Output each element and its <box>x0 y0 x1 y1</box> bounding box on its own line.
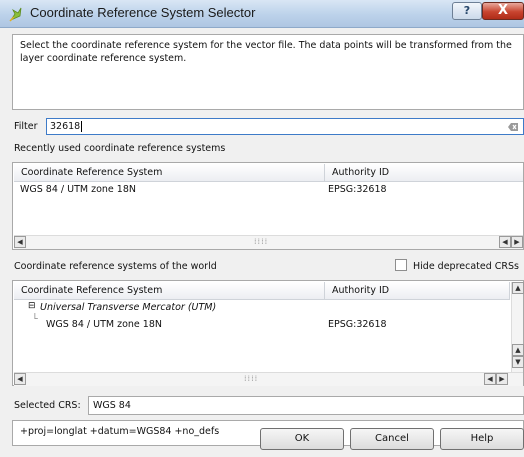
tree-group-label: Universal Transverse Mercator (UTM) <box>40 302 217 313</box>
description-text: Select the coordinate reference system f… <box>20 40 512 64</box>
world-vertical-scrollbar[interactable]: ▲ ▲ ▼ <box>511 282 524 372</box>
scroll-right-button[interactable]: ▶ <box>511 236 523 248</box>
clear-filter-icon[interactable] <box>507 121 519 133</box>
scroll-left-button[interactable]: ◀ <box>499 236 511 248</box>
scrollbar-grip[interactable]: ⁞⁞⁞⁞ <box>244 374 258 383</box>
world-column-crs[interactable]: Coordinate Reference System <box>14 282 325 300</box>
recent-horizontal-scrollbar[interactable]: ◀ ⁞⁞⁞⁞ ◀ ▶ <box>14 235 523 249</box>
filter-input[interactable]: 32618 <box>46 118 524 135</box>
recent-column-crs[interactable]: Coordinate Reference System <box>14 164 325 182</box>
selected-crs-label: Selected CRS: <box>14 400 81 411</box>
selected-crs-field: WGS 84 <box>88 396 524 415</box>
help-button[interactable]: Help <box>440 428 524 450</box>
proj-string-text: +proj=longlat +datum=WGS84 +no_defs <box>20 426 220 437</box>
table-row[interactable]: └ WGS 84 / UTM zone 18N EPSG:32618 <box>14 314 510 332</box>
world-crs-table[interactable]: Coordinate Reference System Authority ID… <box>12 280 524 386</box>
scroll-right-button[interactable]: ▶ <box>496 373 508 385</box>
scroll-down-button[interactable]: ▼ <box>512 356 524 368</box>
qgis-app-icon <box>9 7 22 22</box>
table-row[interactable]: WGS 84 / UTM zone 18N EPSG:32618 <box>14 183 523 197</box>
scrollbar-grip[interactable]: ⁞⁞⁞⁞ <box>254 237 268 246</box>
world-row-authority: EPSG:32618 <box>328 319 387 330</box>
recent-column-authority[interactable]: Authority ID <box>325 164 523 182</box>
tree-branch-line: └ <box>32 314 38 325</box>
window-close-button[interactable]: X <box>482 2 524 20</box>
scroll-up-button[interactable]: ▲ <box>512 282 524 294</box>
world-row-crs: WGS 84 / UTM zone 18N <box>46 319 162 330</box>
filter-value: 32618 <box>50 121 81 132</box>
filter-label: Filter <box>14 121 38 132</box>
recent-crs-label: Recently used coordinate reference syste… <box>14 143 226 154</box>
world-column-authority[interactable]: Authority ID <box>325 282 510 300</box>
cancel-button[interactable]: Cancel <box>350 428 434 450</box>
hide-deprecated-label[interactable]: Hide deprecated CRSs <box>413 261 519 272</box>
scroll-left-button[interactable]: ◀ <box>484 373 496 385</box>
scroll-left-button[interactable]: ◀ <box>14 373 26 385</box>
scroll-up-button[interactable]: ▲ <box>512 344 524 356</box>
recent-crs-table[interactable]: Coordinate Reference System Authority ID… <box>12 162 524 250</box>
tree-group-row[interactable]: ⊟ Universal Transverse Mercator (UTM) <box>14 301 510 315</box>
recent-row-authority: EPSG:32618 <box>328 184 387 195</box>
hide-deprecated-checkbox[interactable] <box>395 259 407 271</box>
ok-button[interactable]: OK <box>260 428 344 450</box>
window-title: Coordinate Reference System Selector <box>30 5 256 20</box>
collapse-icon[interactable]: ⊟ <box>28 301 36 311</box>
world-crs-label: Coordinate reference systems of the worl… <box>14 261 217 272</box>
world-horizontal-scrollbar[interactable]: ◀ ⁞⁞⁞⁞ ◀ ▶ <box>14 372 523 386</box>
description-panel: Select the coordinate reference system f… <box>12 34 524 110</box>
text-cursor <box>81 121 83 132</box>
scroll-left-button[interactable]: ◀ <box>14 236 26 248</box>
window-help-button[interactable]: ? <box>452 2 482 20</box>
recent-row-crs: WGS 84 / UTM zone 18N <box>20 184 136 195</box>
